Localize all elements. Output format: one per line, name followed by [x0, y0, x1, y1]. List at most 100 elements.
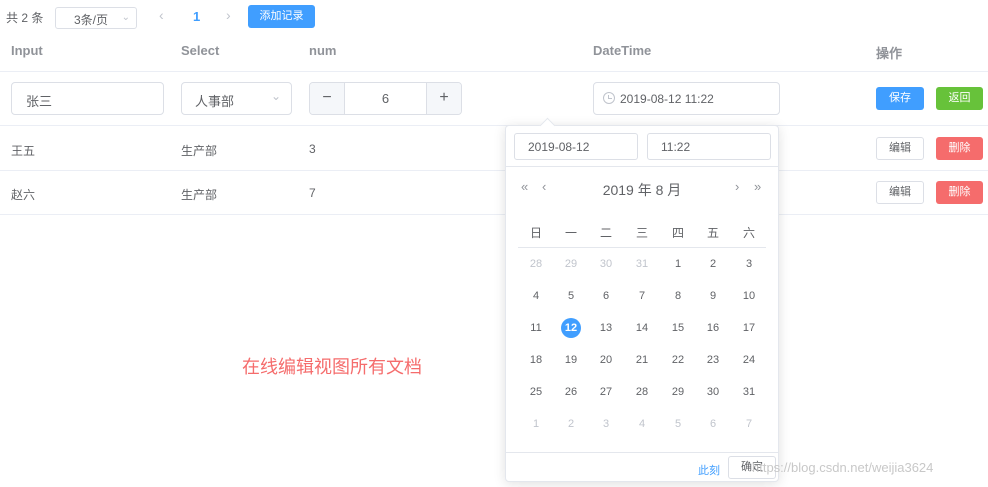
day-cell[interactable]: 30: [698, 382, 728, 402]
weekday-header: 日: [529, 226, 542, 240]
day-number: 20: [599, 354, 613, 366]
annotation-text: 在线编辑视图所有文档: [242, 357, 422, 377]
day-cell[interactable]: 31: [734, 382, 764, 402]
day-cell[interactable]: 30: [591, 254, 621, 274]
day-cell[interactable]: 1: [521, 414, 551, 434]
add-record-button[interactable]: 添加记录: [248, 5, 315, 28]
day-number: 18: [529, 354, 543, 366]
day-number: 1: [674, 258, 682, 270]
day-cell[interactable]: 14: [627, 318, 657, 338]
day-cell[interactable]: 19: [556, 350, 586, 370]
day-number: 6: [709, 418, 717, 430]
day-cell[interactable]: 5: [663, 414, 693, 434]
row-2-delete-button[interactable]: 删除: [936, 181, 983, 204]
day-cell[interactable]: 1: [663, 254, 693, 274]
day-cell[interactable]: 3: [591, 414, 621, 434]
next-month-icon[interactable]: ›: [735, 179, 739, 194]
day-cell[interactable]: 17: [734, 318, 764, 338]
day-number: 23: [706, 354, 720, 366]
chevron-down-icon: ⌄: [270, 89, 281, 103]
day-number: 7: [638, 290, 646, 302]
day-cell[interactable]: 22: [663, 350, 693, 370]
day-cell[interactable]: 8: [663, 286, 693, 306]
num-stepper[interactable]: − 6 +: [309, 82, 462, 115]
increment-button[interactable]: +: [426, 83, 461, 114]
popover-arrow: [539, 117, 556, 134]
day-number: 2: [567, 418, 575, 430]
selected-day-cell[interactable]: 12: [556, 318, 586, 338]
day-number: 28: [635, 386, 649, 398]
picker-date-input[interactable]: 2019-08-12: [514, 133, 638, 160]
day-cell[interactable]: 2: [556, 414, 586, 434]
day-cell[interactable]: 6: [698, 414, 728, 434]
day-number: 19: [564, 354, 578, 366]
day-cell[interactable]: 29: [663, 382, 693, 402]
day-cell[interactable]: 28: [521, 254, 551, 274]
day-cell[interactable]: 7: [627, 286, 657, 306]
day-number: 6: [602, 290, 610, 302]
picker-time-input[interactable]: 11:22: [647, 133, 771, 160]
now-button[interactable]: 此刻: [698, 462, 720, 478]
next-year-icon[interactable]: »: [754, 179, 761, 194]
day-cell[interactable]: 29: [556, 254, 586, 274]
day-number: 17: [742, 322, 756, 334]
day-cell[interactable]: 18: [521, 350, 551, 370]
prev-page-button[interactable]: ‹: [159, 7, 164, 23]
day-cell[interactable]: 6: [591, 286, 621, 306]
picker-time-value: 11:22: [661, 140, 691, 154]
department-select[interactable]: 人事部 ⌄: [181, 82, 292, 115]
back-button[interactable]: 返回: [936, 87, 983, 110]
day-cell[interactable]: 25: [521, 382, 551, 402]
column-header-select: Select: [181, 43, 220, 58]
decrement-button[interactable]: −: [310, 83, 345, 114]
day-number: 10: [742, 290, 756, 302]
column-header-datetime: DateTime: [593, 43, 652, 58]
header-divider: [0, 71, 988, 72]
name-input[interactable]: 张三: [11, 82, 164, 115]
row-1-edit-button[interactable]: 编辑: [876, 137, 924, 160]
day-number: 31: [742, 386, 756, 398]
day-cell[interactable]: 10: [734, 286, 764, 306]
day-cell[interactable]: 27: [591, 382, 621, 402]
day-cell[interactable]: 2: [698, 254, 728, 274]
next-page-button[interactable]: ›: [226, 7, 231, 23]
page-size-select[interactable]: 3条/页 ⌄: [55, 7, 137, 29]
day-number: 3: [602, 418, 610, 430]
num-stepper-value[interactable]: 6: [344, 91, 427, 106]
day-cell[interactable]: 26: [556, 382, 586, 402]
day-number: 28: [529, 258, 543, 270]
row-2-edit-button[interactable]: 编辑: [876, 181, 924, 204]
day-cell[interactable]: 5: [556, 286, 586, 306]
day-cell[interactable]: 4: [521, 286, 551, 306]
day-number: 21: [635, 354, 649, 366]
day-cell[interactable]: 16: [698, 318, 728, 338]
day-cell[interactable]: 15: [663, 318, 693, 338]
row-2-name: 赵六: [11, 188, 36, 202]
day-cell[interactable]: 28: [627, 382, 657, 402]
day-cell[interactable]: 21: [627, 350, 657, 370]
save-button[interactable]: 保存: [876, 87, 924, 110]
day-cell[interactable]: 23: [698, 350, 728, 370]
day-cell[interactable]: 31: [627, 254, 657, 274]
page-number[interactable]: 1: [193, 9, 200, 24]
datetime-input[interactable]: 2019-08-12 11:22: [593, 82, 780, 115]
day-cell[interactable]: 20: [591, 350, 621, 370]
day-cell[interactable]: 24: [734, 350, 764, 370]
day-cell[interactable]: 3: [734, 254, 764, 274]
chevron-down-icon: ⌄: [121, 12, 130, 23]
column-header-input: Input: [11, 43, 43, 58]
day-number: 30: [599, 258, 613, 270]
day-cell[interactable]: 4: [627, 414, 657, 434]
day-number: 16: [706, 322, 720, 334]
datetime-input-value: 2019-08-12 11:22: [620, 92, 714, 106]
column-header-actions: 操作: [876, 46, 903, 61]
watermark: https://blog.csdn.net/weijia3624: [752, 460, 934, 475]
row-1-delete-button[interactable]: 删除: [936, 137, 983, 160]
day-cell[interactable]: 7: [734, 414, 764, 434]
day-cell[interactable]: 9: [698, 286, 728, 306]
row-2-num: 7: [309, 186, 316, 200]
day-cell[interactable]: 11: [521, 318, 551, 338]
day-cell[interactable]: 13: [591, 318, 621, 338]
row-divider: [0, 170, 988, 171]
picker-divider: [506, 166, 778, 167]
